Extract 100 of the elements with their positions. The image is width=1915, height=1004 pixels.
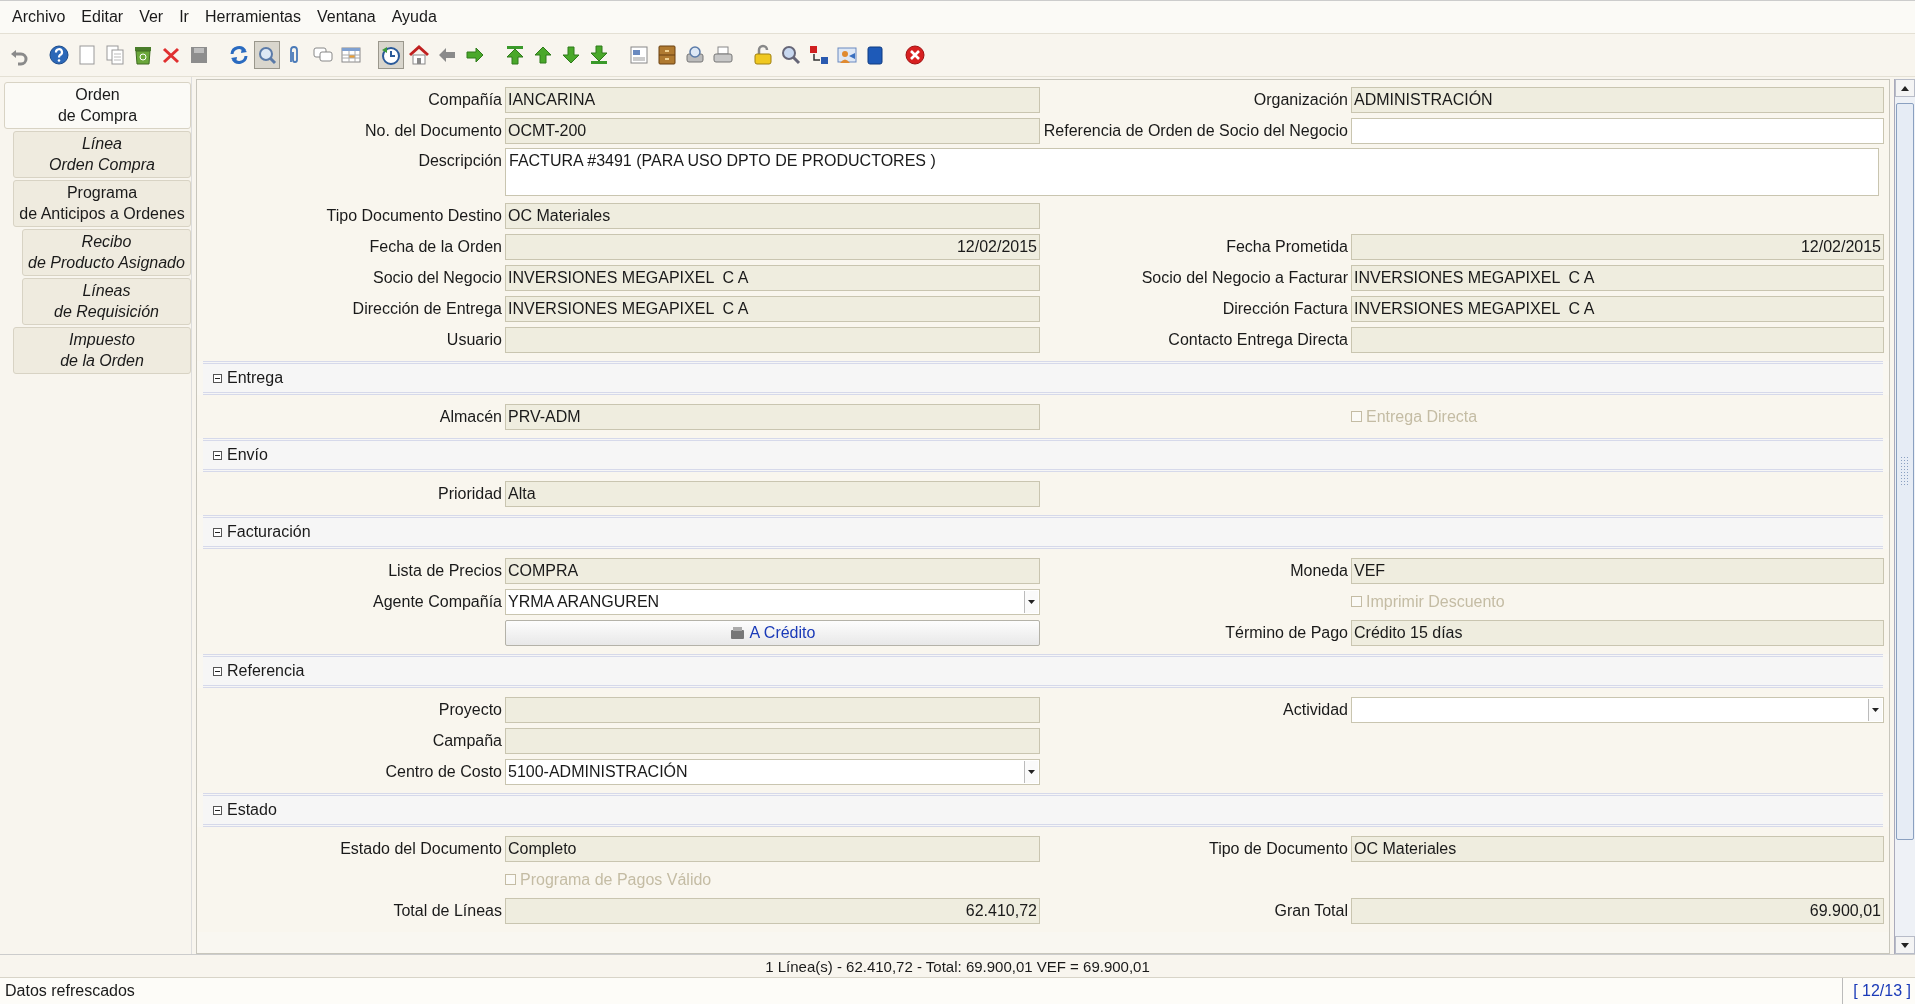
input-field[interactable] <box>505 326 1040 353</box>
field-label: Campaña <box>432 731 502 750</box>
input-field[interactable]: OCMT-200 <box>505 117 1040 144</box>
menu-item[interactable]: Herramientas <box>196 8 309 26</box>
home-icon <box>408 44 430 66</box>
input-field[interactable]: COMPRA <box>505 557 1040 584</box>
field-label: No. del Documento <box>365 121 502 140</box>
input-field[interactable]: VEF <box>1351 557 1884 584</box>
history-icon <box>380 44 402 66</box>
field-label: Dirección Factura <box>1222 299 1348 318</box>
toolbar-button[interactable] <box>378 41 404 69</box>
field-label: Moneda <box>1290 561 1348 580</box>
tab[interactable]: Línea Orden Compra <box>13 131 191 178</box>
field-label: Compañía <box>428 90 502 109</box>
workflow-icon <box>808 44 830 66</box>
section-title: Envío <box>227 446 268 464</box>
field-label: Tipo de Documento <box>1208 839 1348 858</box>
collapse-icon[interactable] <box>213 450 222 460</box>
printer-icon <box>712 44 734 66</box>
new-document-icon <box>76 44 98 66</box>
field-label: Prioridad <box>437 484 502 503</box>
padlock-icon <box>752 44 774 66</box>
dropdown-field[interactable]: YRMA ARANGUREN <box>505 588 1040 615</box>
input-field[interactable]: PRV-ADM <box>505 403 1040 430</box>
toolbar-button[interactable] <box>254 41 280 69</box>
input-field[interactable]: INVERSIONES MEGAPIXEL C A <box>505 264 1040 291</box>
first-record-icon <box>504 44 526 66</box>
description-field[interactable]: FACTURA #3491 (PARA USO DPTO DE PRODUCTORES ) <box>505 148 1879 196</box>
down-arrow-icon <box>560 44 582 66</box>
field-label: Organización <box>1253 90 1348 109</box>
field-label: Tipo Documento Destino <box>326 206 502 225</box>
input-field[interactable]: 69.900,01 <box>1351 897 1884 924</box>
collapse-icon[interactable] <box>213 527 222 537</box>
field-label: Fecha de la Orden <box>369 237 502 256</box>
payment-rule-button[interactable]: A Crédito <box>505 619 1040 646</box>
input-field[interactable]: IANCARINA <box>505 86 1040 113</box>
magnifier-icon <box>780 44 802 66</box>
section-title: Entrega <box>227 369 284 387</box>
field-label: Socio del Negocio a Facturar <box>1141 268 1348 287</box>
scroll-up-icon[interactable] <box>1895 79 1915 97</box>
paperclip-icon <box>290 44 300 66</box>
input-field[interactable]: INVERSIONES MEGAPIXEL C A <box>505 295 1040 322</box>
field-label: Centro de Costo <box>385 762 502 781</box>
record-counter[interactable]: [ 12/13 ] <box>1842 978 1915 1004</box>
input-field[interactable] <box>1351 117 1884 144</box>
scrollbar[interactable] <box>1894 79 1915 954</box>
menu-item[interactable]: Ayuda <box>383 8 445 26</box>
collapse-icon[interactable] <box>213 666 222 676</box>
input-field[interactable] <box>1351 326 1884 353</box>
dropdown-field[interactable]: 5100-ADMINISTRACIÓN <box>505 758 1040 785</box>
field-label: Referencia de Orden de Socio del Negocio <box>1043 121 1348 140</box>
save-icon <box>188 44 210 66</box>
input-field[interactable]: 12/02/2015 <box>1351 233 1884 260</box>
input-field[interactable] <box>505 727 1040 754</box>
field-label: Usuario <box>446 330 502 349</box>
input-field[interactable]: INVERSIONES MEGAPIXEL C A <box>1351 264 1884 291</box>
menu-item[interactable]: Ver <box>131 8 172 26</box>
collapse-icon[interactable] <box>213 805 222 815</box>
input-field[interactable]: 12/02/2015 <box>505 233 1040 260</box>
last-record-icon <box>588 44 610 66</box>
scroll-down-icon[interactable] <box>1895 936 1915 954</box>
input-field[interactable]: Crédito 15 días <box>1351 619 1884 646</box>
field-label: Dirección de Entrega <box>352 299 502 318</box>
input-field[interactable]: OC Materiales <box>1351 835 1884 862</box>
input-field[interactable]: Alta <box>505 480 1040 507</box>
menu-item[interactable]: Ir <box>171 8 197 26</box>
menu-item[interactable]: Editar <box>73 8 132 26</box>
menu-item[interactable]: Ventana <box>309 8 384 26</box>
search-icon <box>256 44 278 66</box>
input-field[interactable] <box>505 696 1040 723</box>
field-label: Actividad <box>1283 700 1348 719</box>
field-label: Término de Pago <box>1225 623 1348 642</box>
scroll-thumb[interactable] <box>1896 103 1914 840</box>
menu-item[interactable]: Archivo <box>4 8 74 26</box>
report-icon <box>628 44 650 66</box>
input-field[interactable]: OC Materiales <box>505 202 1040 229</box>
collapse-icon[interactable] <box>213 373 222 383</box>
wallet-icon <box>729 625 746 640</box>
field-label: Descripción <box>418 151 502 170</box>
dropdown-field[interactable] <box>1351 696 1884 723</box>
refresh-icon <box>228 44 250 66</box>
input-field[interactable]: 62.410,72 <box>505 897 1040 924</box>
status-message: Datos refrescados <box>4 982 136 1000</box>
tab[interactable]: Líneas de Requisición <box>22 278 191 325</box>
input-field[interactable]: ADMINISTRACIÓN <box>1351 86 1884 113</box>
input-field[interactable]: Completo <box>505 835 1040 862</box>
field-label: Contacto Entrega Directa <box>1168 330 1348 349</box>
tab[interactable]: Impuesto de la Orden <box>13 327 191 374</box>
print-preview-icon <box>684 44 706 66</box>
field-label: Estado del Documento <box>340 839 502 858</box>
input-field[interactable]: INVERSIONES MEGAPIXEL C A <box>1351 295 1884 322</box>
recycle-bin-icon <box>132 44 154 66</box>
section-title: Referencia <box>227 662 305 680</box>
field-label: Gran Total <box>1274 901 1348 920</box>
tab[interactable]: Recibo de Producto Asignado <box>22 229 191 276</box>
help-icon <box>48 44 70 66</box>
summary-text: 1 Línea(s) - 62.410,72 - Total: 69.900,01 VEF = 69.900,01 <box>765 957 1150 975</box>
tab[interactable]: Programa de Anticipos a Ordenes <box>13 180 191 227</box>
field-label: Socio del Negocio <box>373 268 502 287</box>
tab[interactable]: Orden de Compra <box>4 82 191 129</box>
